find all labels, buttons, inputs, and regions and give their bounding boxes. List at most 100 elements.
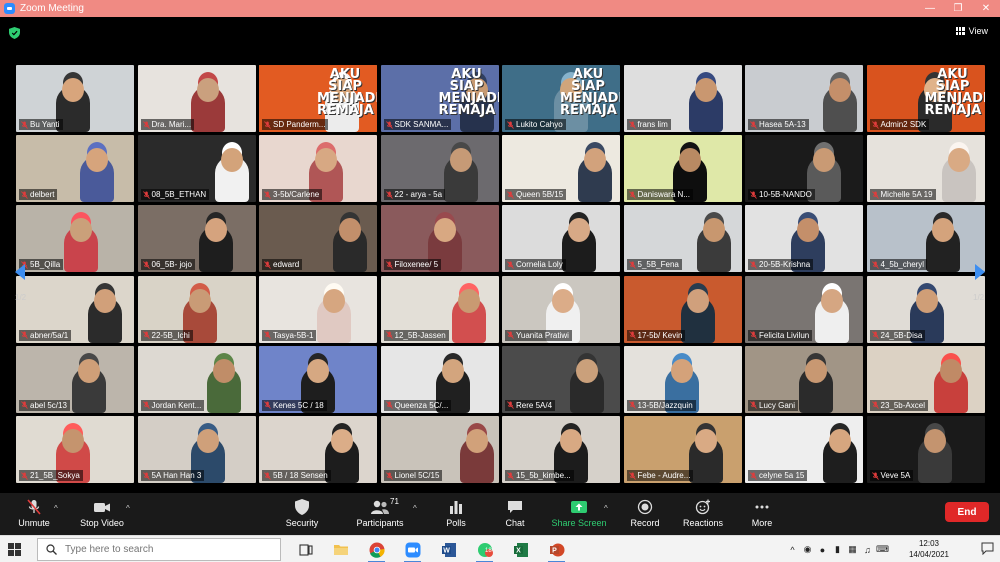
minimize-icon[interactable]: —	[916, 0, 944, 17]
participant-name: Lucy Gani	[759, 400, 796, 410]
reactions-button[interactable]: Reactions	[682, 493, 724, 535]
participant-tile[interactable]: Jordan Kent...	[137, 345, 256, 413]
show-hidden-icons-icon[interactable]: ^	[787, 544, 798, 555]
participant-tile[interactable]: 23_5b-Axcel	[866, 345, 985, 413]
end-meeting-button[interactable]: End	[945, 502, 989, 522]
video-options-caret[interactable]: ^	[126, 504, 130, 513]
participant-tile[interactable]: 17-5b/ Kevin	[623, 275, 742, 343]
virtual-background-banner: AKU SIAP MENJADI REMAJA	[438, 67, 499, 118]
share-options-caret[interactable]: ^	[604, 504, 608, 513]
participant-tile[interactable]: 21_5B_Sokya	[16, 416, 134, 483]
participant-tile[interactable]: 10-5B-NANDO	[745, 135, 863, 203]
camera-tray-icon[interactable]: ◉	[802, 544, 813, 555]
participant-tile[interactable]: Bu Yanti	[16, 65, 134, 132]
participant-tile[interactable]: Cornelia Loly	[502, 205, 620, 273]
participant-tile[interactable]: Daniswara N...	[623, 135, 742, 203]
mic-off-icon	[750, 401, 757, 410]
participant-tile[interactable]: 3-5b/Carlene	[259, 135, 377, 203]
participant-tile[interactable]: frans lim	[623, 65, 742, 132]
participant-tile[interactable]: 22-5B_Ichi	[137, 275, 256, 343]
word-icon[interactable]: W	[439, 540, 458, 559]
participant-tile[interactable]: Tasya-5B-1	[259, 275, 377, 343]
participant-tile[interactable]: 12_5B-Jassen	[380, 275, 499, 343]
microphone-tray-icon[interactable]: ●	[817, 544, 828, 555]
participant-tile[interactable]: Lionel 5C/15	[380, 416, 499, 483]
participant-tile[interactable]: AKU SIAP MENJADI REMAJA Lukito Cahyo	[502, 65, 620, 132]
security-button[interactable]: Security	[282, 493, 322, 535]
record-button[interactable]: Record	[628, 493, 662, 535]
participant-tile[interactable]: Dra. Mari...	[137, 65, 256, 132]
share-screen-button[interactable]: Share Screen	[551, 493, 607, 535]
restore-icon[interactable]: ❐	[944, 0, 972, 17]
taskbar-clock[interactable]: 12:03 14/04/2021	[902, 538, 956, 560]
participant-tile[interactable]: Michelle 5A 19	[866, 135, 985, 203]
participant-tile[interactable]: celyne 5a 15	[745, 416, 863, 483]
participant-tile[interactable]: 20-5B-Krishna	[745, 205, 863, 273]
participant-tile[interactable]: Filoxenee/ 5	[380, 205, 499, 273]
participant-tile[interactable]: Febe - Audre...	[623, 416, 742, 483]
participant-tile[interactable]: Queen 5B/15	[502, 135, 620, 203]
windows-start-icon[interactable]	[8, 543, 21, 556]
participant-tile[interactable]: edward	[259, 205, 377, 273]
battery-icon[interactable]: ▮	[832, 544, 843, 555]
chrome-icon[interactable]	[367, 540, 386, 562]
messaging-app-icon[interactable]: 18	[475, 540, 494, 562]
task-view-icon[interactable]	[296, 540, 315, 559]
participant-tile[interactable]: Kenes 5C / 18	[259, 345, 377, 413]
participant-tile[interactable]: Yuanita Pratiwi	[502, 275, 620, 343]
excel-icon[interactable]: X	[511, 540, 530, 559]
taskbar-search[interactable]	[37, 538, 281, 561]
search-icon	[46, 544, 57, 555]
participant-tile[interactable]: 24_5B-Disa	[866, 275, 985, 343]
participant-name-label: 22-5B_Ichi	[140, 329, 193, 341]
participant-tile[interactable]: 5A Han Han 3	[137, 416, 256, 483]
participant-tile[interactable]: Felicita Livilun	[745, 275, 863, 343]
notification-center-icon[interactable]	[981, 542, 994, 555]
participant-tile[interactable]: Rere 5A/4	[502, 345, 620, 413]
network-icon[interactable]: ▦	[847, 544, 858, 555]
volume-icon[interactable]: ♫	[862, 544, 873, 555]
participant-tile[interactable]: 22 - arya - 5a	[380, 135, 499, 203]
unmute-button[interactable]: Unmute	[14, 493, 54, 535]
participant-tile[interactable]: AKU SIAP MENJADI REMAJA SD Panderm...	[259, 65, 377, 132]
participant-tile[interactable]: abel 5c/13	[16, 345, 134, 413]
participant-name-label: SDK SANMA...	[383, 119, 452, 130]
participant-name-label: edward	[262, 259, 303, 271]
stop-video-button[interactable]: Stop Video	[78, 493, 126, 535]
participant-tile[interactable]: Veve 5A	[866, 416, 985, 483]
more-dots-icon	[755, 505, 769, 509]
participant-tile[interactable]: abner/5a/1	[16, 275, 134, 343]
participant-tile[interactable]: AKU SIAP MENJADI REMAJA SDK SANMA...	[380, 65, 499, 132]
shield-icon[interactable]	[9, 27, 20, 39]
participant-tile[interactable]: 4_5b_cheryl	[866, 205, 985, 273]
participant-tile[interactable]: delbert	[16, 135, 134, 203]
next-page-icon[interactable]	[973, 263, 987, 281]
participant-tile[interactable]: 5B / 18 Sensen	[259, 416, 377, 483]
record-label: Record	[630, 518, 660, 528]
polls-button[interactable]: Polls	[441, 493, 471, 535]
participant-tile[interactable]: 08_5B_ETHAN	[137, 135, 256, 203]
previous-page-icon[interactable]	[13, 263, 27, 281]
participant-tile[interactable]: 5_5B_Fena	[623, 205, 742, 273]
audio-options-caret[interactable]: ^	[54, 504, 58, 513]
chat-button[interactable]: Chat	[500, 493, 530, 535]
participant-video-face	[94, 288, 116, 313]
more-button[interactable]: More	[748, 493, 776, 535]
participant-tile[interactable]: Hasea 5A-13	[745, 65, 863, 132]
participant-tile[interactable]: 13-5B/Jazzquin	[623, 345, 742, 413]
file-explorer-icon[interactable]	[331, 540, 350, 559]
language-icon[interactable]: ⌨	[876, 544, 889, 555]
participant-tile[interactable]: Lucy Gani	[745, 345, 863, 413]
powerpoint-icon[interactable]: P	[547, 540, 566, 562]
zoom-taskbar-icon[interactable]	[403, 540, 422, 562]
participant-tile[interactable]: AKU SIAP MENJADI REMAJA Admin2 SDK	[866, 65, 985, 132]
window-title: Zoom Meeting	[20, 3, 84, 14]
taskbar-search-input[interactable]	[65, 544, 265, 555]
participant-tile[interactable]: 06_5B- jojo	[137, 205, 256, 273]
view-button[interactable]: View	[955, 26, 988, 36]
participant-tile[interactable]: Queenza 5C/...	[380, 345, 499, 413]
participants-options-caret[interactable]: ^	[413, 504, 417, 513]
close-icon[interactable]: ✕	[972, 0, 1000, 17]
participant-tile[interactable]: 15_5b_kimbe...	[502, 416, 620, 483]
participant-tile[interactable]: 5B_Qilla	[16, 205, 134, 273]
